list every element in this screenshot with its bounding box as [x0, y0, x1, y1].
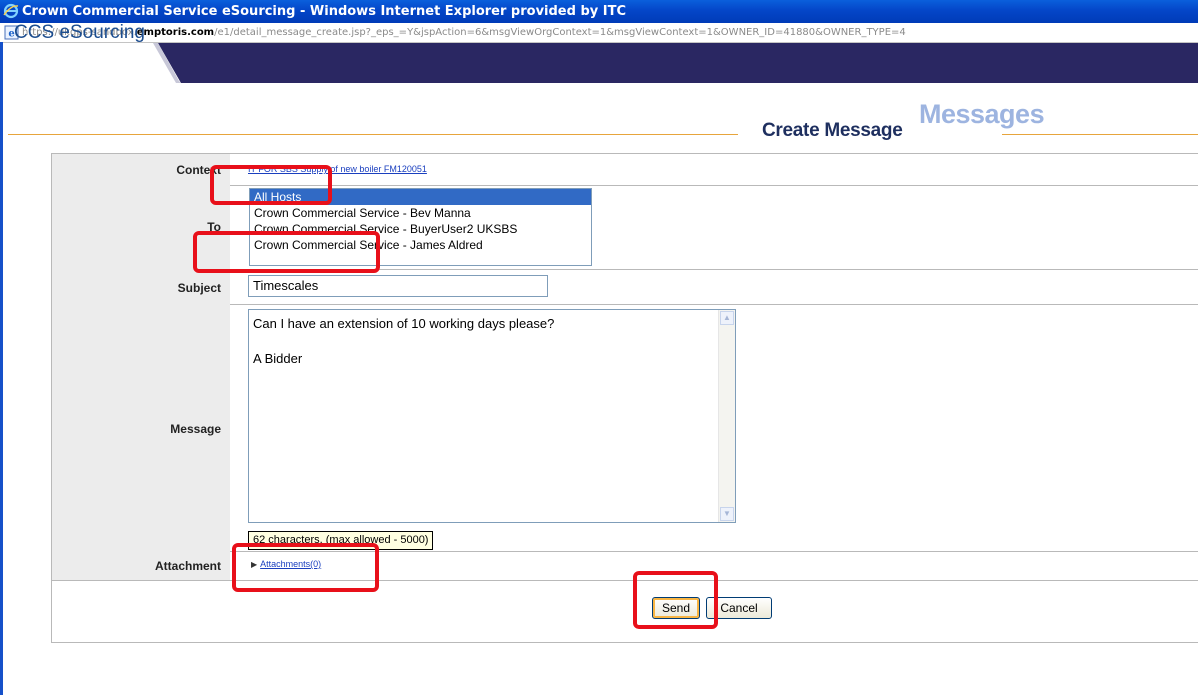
actions-row: Send Cancel [52, 580, 1198, 641]
annotation-context-highlight [210, 165, 332, 205]
internet-explorer-icon [3, 3, 19, 19]
window-left-border [0, 42, 3, 695]
header-divider-right [1002, 134, 1198, 135]
message-label-cell: Message [52, 304, 230, 551]
url-path: /e1/detail_message_create.jsp?_eps_=Y&js… [214, 27, 906, 38]
message-line: Can I have an extension of 10 working da… [253, 316, 555, 331]
subject-row: Subject Timescales [52, 269, 1198, 305]
attachment-row: Attachment ▶ Attachments(0) [52, 551, 1198, 581]
address-bar[interactable]: e https://ukgps-sandbox.emptoris.com/e1/… [0, 23, 1198, 43]
app-name: CCS eSourcing [14, 22, 145, 43]
subject-label-cell: Subject [52, 269, 230, 304]
annotation-recipient-highlight [193, 231, 380, 273]
message-label: Message [170, 422, 221, 436]
message-line: A Bidder [253, 351, 303, 366]
attachment-label: Attachment [154, 559, 221, 573]
header-divider [8, 134, 738, 135]
subject-input[interactable]: Timescales [248, 275, 548, 297]
message-form: Context IT FOR SBS Supply of new boiler … [51, 153, 1198, 643]
window-title-bar: Crown Commercial Service eSourcing - Win… [0, 0, 1198, 23]
attachment-label-cell: Attachment [52, 551, 230, 580]
context-label-cell: Context [52, 154, 230, 185]
recipient-option[interactable]: Crown Commercial Service - Bev Manna [250, 205, 591, 221]
message-scrollbar[interactable]: ▲ ▼ [718, 310, 735, 522]
scroll-up-icon[interactable]: ▲ [720, 311, 734, 325]
message-row: Message Can I have an extension of 10 wo… [52, 304, 1198, 552]
scroll-down-icon[interactable]: ▼ [720, 507, 734, 521]
window-title: Crown Commercial Service eSourcing - Win… [22, 4, 627, 19]
section-title: Messages [919, 99, 1045, 129]
url-domain: emptoris.com [136, 27, 215, 38]
address-url[interactable]: https://ukgps-sandbox.emptoris.com/e1/de… [22, 23, 906, 42]
header-banner [153, 43, 1198, 83]
annotation-attachments-highlight [232, 543, 379, 592]
annotation-send-highlight [633, 571, 718, 629]
page-title: Create Message [762, 120, 903, 141]
message-textarea[interactable]: Can I have an extension of 10 working da… [248, 309, 736, 523]
subject-label: Subject [177, 281, 221, 295]
